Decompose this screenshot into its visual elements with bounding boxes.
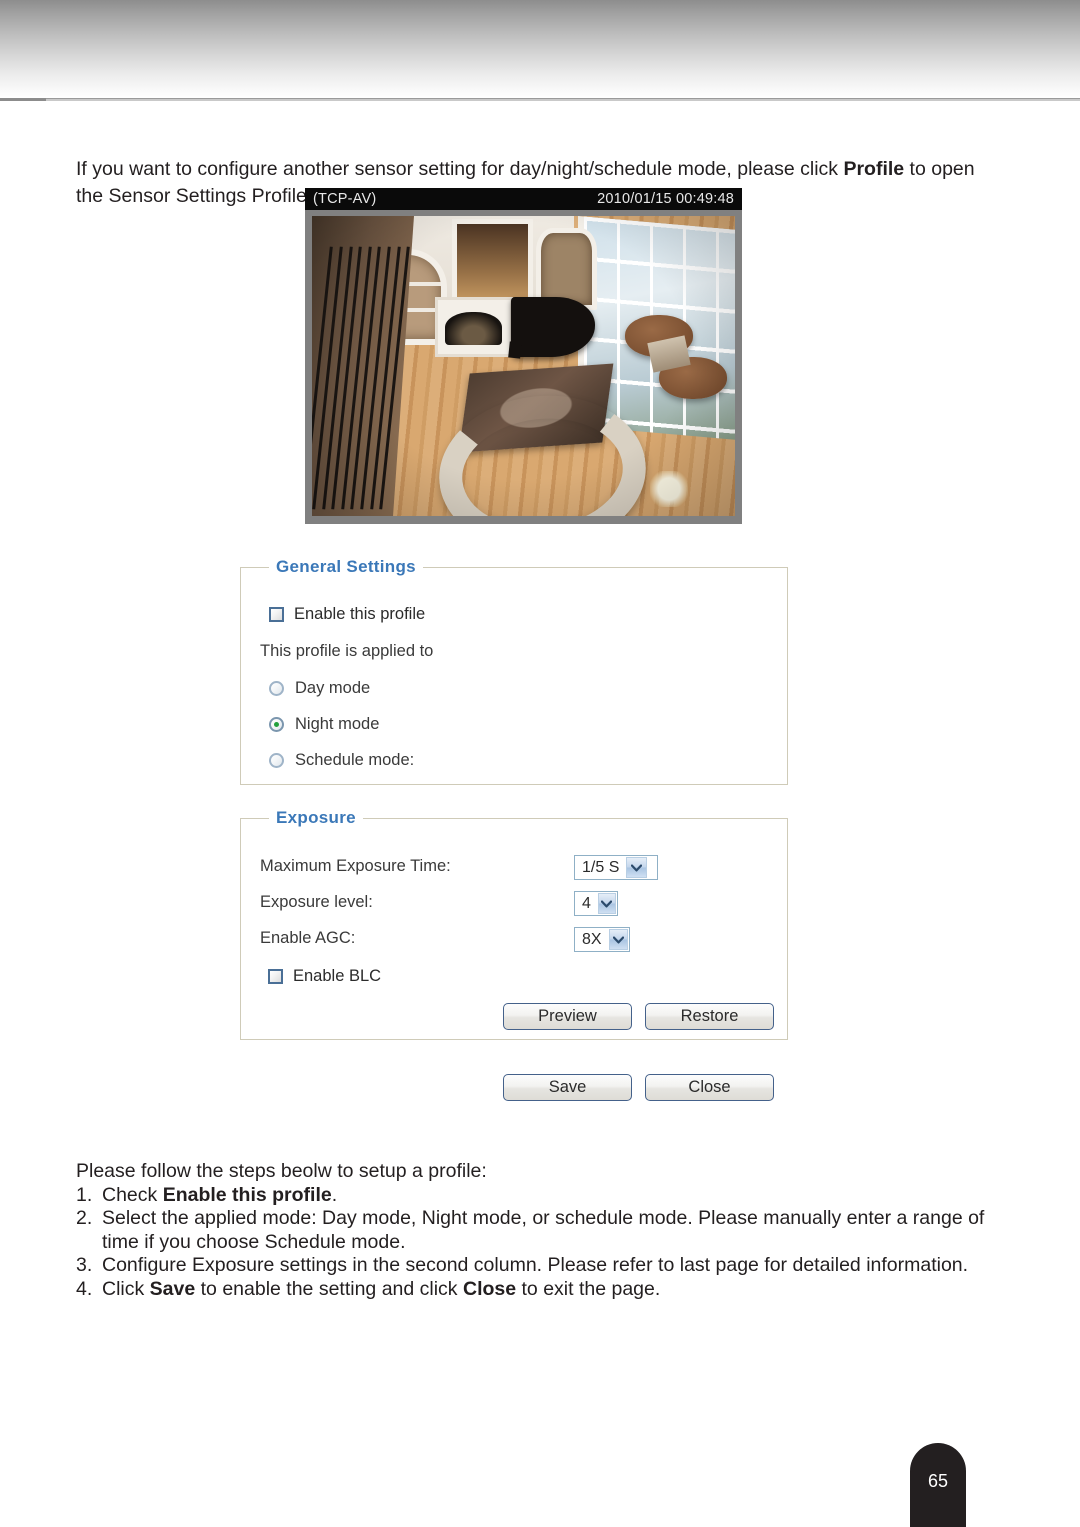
enable-blc-row[interactable]: Enable BLC: [268, 967, 381, 986]
setup-step-4: 4. Click Save to enable the setting and …: [76, 1278, 1026, 1302]
setup-steps-lead: Please follow the steps beolw to setup a…: [76, 1160, 487, 1182]
setup-step-1: 1. Check Enable this profile.: [76, 1184, 1026, 1208]
enable-agc-label: Enable AGC:: [260, 929, 356, 947]
night-mode-label: Night mode: [295, 715, 380, 733]
exposure-legend: Exposure: [269, 808, 363, 828]
setup-step-1-number: 1.: [76, 1183, 93, 1206]
scene-vignette: [312, 216, 735, 516]
setup-step-3-number: 3.: [76, 1254, 93, 1276]
video-preview: (TCP-AV) 2010/01/15 00:49:48: [305, 188, 742, 524]
enable-agc-select[interactable]: 8X: [574, 927, 630, 952]
enable-profile-label: Enable this profile: [294, 605, 426, 623]
restore-button[interactable]: Restore: [645, 1003, 774, 1030]
page-header-rule: [0, 98, 1080, 102]
mode-option-day[interactable]: Day mode: [269, 679, 370, 698]
max-exposure-time-label: Maximum Exposure Time:: [260, 857, 451, 875]
exposure-level-label-row: Exposure level:: [260, 893, 373, 912]
setup-step-4-number: 4.: [76, 1277, 93, 1300]
exposure-level-select[interactable]: 4: [574, 891, 618, 916]
exposure-panel: Exposure Maximum Exposure Time: 1/5 S Ex…: [240, 808, 788, 1040]
page-number-tab: 65: [910, 1443, 966, 1527]
enable-agc-value: 8X: [582, 930, 602, 948]
max-exposure-time-value: 1/5 S: [582, 858, 620, 876]
video-timestamp: 2010/01/15 00:49:48: [597, 191, 734, 207]
page-header-rule-cap: [0, 98, 46, 101]
preview-button[interactable]: Preview: [503, 1003, 632, 1030]
applied-to-row: This profile is applied to: [260, 642, 433, 661]
mode-option-night[interactable]: Night mode: [269, 715, 379, 734]
setup-step-3: 3. Configure Exposure settings in the se…: [76, 1254, 1026, 1278]
setup-step-2-text: Select the applied mode: Day mode, Night…: [102, 1207, 985, 1253]
general-settings-panel: General Settings Enable this profile Thi…: [240, 557, 788, 785]
setup-step-3-text: Configure Exposure settings in the secon…: [102, 1254, 969, 1276]
intro-text-before: If you want to configure another sensor …: [76, 157, 844, 180]
enable-profile-checkbox[interactable]: [269, 607, 284, 622]
mode-option-schedule[interactable]: Schedule mode:: [269, 751, 414, 770]
enable-agc-label-row: Enable AGC:: [260, 929, 355, 948]
camera-live-image: [312, 216, 735, 516]
dialog-action-row: Save Close: [503, 1074, 774, 1101]
setup-steps-list: 1. Check Enable this profile. 2. Select …: [76, 1184, 1026, 1302]
setup-step-1-text: Check Enable this profile.: [102, 1183, 338, 1206]
video-titlebar: (TCP-AV) 2010/01/15 00:49:48: [305, 188, 742, 210]
day-mode-label: Day mode: [295, 679, 371, 697]
close-button[interactable]: Close: [645, 1074, 774, 1101]
enable-blc-label: Enable BLC: [293, 967, 382, 985]
chevron-down-icon[interactable]: [626, 857, 648, 878]
day-mode-radio[interactable]: [269, 681, 284, 696]
exposure-button-row: Preview Restore: [503, 1003, 774, 1030]
page-number: 65: [927, 1471, 949, 1491]
schedule-mode-radio[interactable]: [269, 753, 284, 768]
setup-step-2-number: 2.: [76, 1207, 93, 1229]
general-settings-legend: General Settings: [269, 557, 423, 577]
night-mode-radio[interactable]: [269, 717, 284, 732]
chevron-down-icon[interactable]: [597, 893, 616, 914]
page-header-band: [0, 0, 1080, 98]
setup-step-4-text: Click Save to enable the setting and cli…: [102, 1277, 661, 1300]
save-button[interactable]: Save: [503, 1074, 632, 1101]
setup-step-2: 2. Select the applied mode: Day mode, Ni…: [76, 1207, 1026, 1254]
living-room-scene: [312, 216, 735, 516]
max-exposure-time-label-row: Maximum Exposure Time:: [260, 857, 451, 876]
video-stream-label: (TCP-AV): [313, 191, 377, 207]
applied-to-label: This profile is applied to: [260, 642, 434, 660]
setup-steps: Please follow the steps beolw to setup a…: [76, 1160, 1026, 1301]
exposure-level-value: 4: [582, 894, 591, 912]
schedule-mode-label: Schedule mode:: [295, 751, 415, 769]
intro-bold-profile: Profile: [843, 157, 905, 180]
exposure-level-label: Exposure level:: [260, 893, 373, 911]
max-exposure-time-select[interactable]: 1/5 S: [574, 855, 658, 880]
enable-profile-row[interactable]: Enable this profile: [269, 605, 425, 624]
chevron-down-icon[interactable]: [608, 929, 628, 950]
enable-blc-checkbox[interactable]: [268, 969, 283, 984]
video-frame: [305, 210, 742, 524]
